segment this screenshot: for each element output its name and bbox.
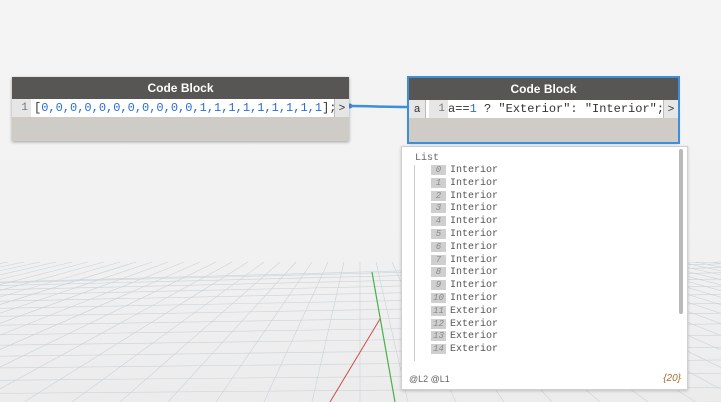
list-item-value: Exterior: [450, 331, 499, 343]
grid-axis-green: [371, 271, 396, 402]
output-port[interactable]: >: [334, 99, 349, 117]
code-text[interactable]: a==1 ? "Exterior": "Interior";: [448, 100, 664, 118]
line-number: 1: [429, 100, 448, 118]
preview-bubble[interactable]: List 0 Interior 1 Interior 2 Interior 3 Interio…: [401, 146, 688, 390]
list-item-index: 12: [431, 318, 446, 329]
line-number: 1: [12, 99, 31, 117]
list-item-index: 7: [431, 254, 446, 265]
list-item: 14 Exterior: [415, 344, 671, 357]
list-item-value: Interior: [450, 228, 499, 240]
list-item-value: Exterior: [450, 344, 499, 356]
list-item-index: 0: [431, 165, 446, 175]
list-item-index: 13: [431, 331, 446, 342]
list-item-index: 10: [431, 292, 446, 303]
list-item-value: Interior: [450, 241, 499, 253]
list-item-index: 14: [431, 344, 446, 355]
code-block-node-1[interactable]: Code Block 1 [0,0,0,0,0,0,0,0,0,0,0,1,1,…: [12, 77, 349, 141]
list-item-value: Exterior: [450, 318, 499, 330]
code-text[interactable]: [0,0,0,0,0,0,0,0,0,0,0,1,1,1,1,1,1,1,1,1…: [34, 99, 336, 117]
list-item: 10 Interior: [415, 292, 671, 306]
list-item-index: 9: [431, 280, 446, 291]
list-item: 1 Interior: [415, 177, 671, 191]
list-item-value: Exterior: [450, 305, 499, 317]
list-item-index: 1: [431, 177, 446, 188]
list-item-value: Interior: [450, 216, 499, 228]
code-ternary: ? "Exterior": "Interior";: [476, 102, 665, 116]
code-number: 1: [469, 102, 477, 116]
code-editor[interactable]: 1 [0,0,0,0,0,0,0,0,0,0,0,1,1,1,1,1,1,1,1…: [12, 99, 349, 117]
list-item-value: Interior: [450, 292, 499, 304]
list-item-value: Interior: [450, 280, 499, 292]
list-item-index: 6: [431, 241, 446, 252]
list-item: 12 Exterior: [415, 318, 671, 332]
grid-axis-red: [329, 318, 381, 402]
preview-scrollbar[interactable]: [679, 149, 683, 314]
list-item: 7 Interior: [415, 254, 671, 268]
list-item-value: Interior: [450, 203, 499, 215]
code-condition: a==: [448, 102, 470, 116]
list-item-value: Interior: [450, 165, 499, 176]
list-item: 11 Exterior: [415, 305, 671, 319]
list-item-index: 4: [431, 216, 446, 227]
node-title[interactable]: Code Block: [12, 77, 349, 99]
list-item: 8 Interior: [415, 267, 671, 280]
list-item-value: Interior: [450, 254, 499, 266]
code-editor[interactable]: a 1 a==1 ? "Exterior": "Interior"; >: [409, 100, 678, 118]
list-item-index: 8: [431, 267, 446, 278]
input-port-a[interactable]: a: [409, 100, 426, 118]
list-item: 2 Interior: [415, 190, 671, 204]
node-title[interactable]: Code Block: [409, 78, 678, 100]
list-item: 9 Interior: [415, 280, 671, 293]
item-count: {20}: [663, 373, 681, 384]
list-item: 0 Interior: [415, 165, 671, 178]
list-item-index: 11: [431, 305, 446, 316]
code-block-node-2[interactable]: Code Block a 1 a==1 ? "Exterior": "Inter…: [407, 76, 680, 144]
list-item-value: Interior: [450, 267, 499, 279]
list-item-index: 5: [431, 228, 446, 239]
list-item: 4 Interior: [415, 216, 671, 229]
list-item: 3 Interior: [415, 203, 671, 216]
list-item-value: Interior: [450, 177, 499, 189]
preview-list[interactable]: 0 Interior 1 Interior 2 Interior 3 Interior 4 Int…: [414, 165, 671, 361]
list-item-index: 2: [431, 190, 446, 201]
output-port[interactable]: >: [663, 100, 678, 118]
list-item: 5 Interior: [415, 228, 671, 242]
list-item: 6 Interior: [415, 241, 671, 255]
preview-list-title: List: [415, 153, 440, 164]
connector-wire: [349, 104, 410, 109]
list-item-index: 3: [431, 203, 446, 214]
list-item: 13 Exterior: [415, 331, 671, 344]
code-list-values: 0,0,0,0,0,0,0,0,0,0,0,1,1,1,1,1,1,1,1,1: [41, 101, 323, 115]
list-item-value: Interior: [450, 190, 499, 202]
list-levels[interactable]: @L2 @L1: [409, 374, 450, 384]
preview-footer: @L2 @L1 {20}: [402, 369, 687, 389]
